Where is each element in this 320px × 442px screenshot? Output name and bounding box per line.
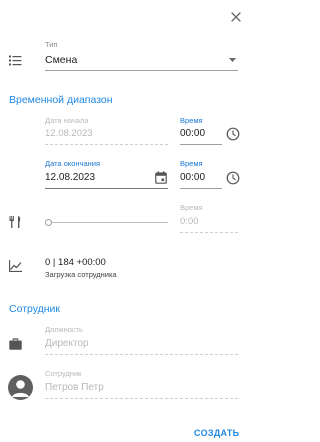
break-slider-track[interactable]	[52, 222, 168, 223]
end-time-label: Время	[180, 159, 203, 168]
start-date-input[interactable]: 12.08.2023	[45, 128, 93, 139]
close-button[interactable]	[229, 10, 243, 24]
type-label: Тип	[45, 40, 58, 49]
start-date-underline	[45, 144, 168, 145]
avatar	[8, 375, 33, 400]
break-time-underline	[180, 232, 238, 233]
position-label: Должность	[45, 325, 83, 334]
chart-line-icon	[9, 260, 22, 272]
calendar-icon[interactable]	[155, 171, 167, 184]
type-value: Смена	[45, 54, 78, 66]
position-input[interactable]: Директор	[45, 338, 89, 349]
break-time-label: Время	[180, 203, 203, 212]
end-date-underline	[45, 188, 168, 189]
workload-caption: Загрузка сотрудника	[45, 270, 117, 279]
employee-underline	[45, 398, 238, 399]
workload-value: 0 | 184 +00:00	[45, 257, 106, 268]
time-range-header: Временной диапазон	[9, 94, 113, 106]
start-time-underline	[180, 144, 222, 145]
end-time-clock-icon[interactable]	[226, 171, 240, 185]
end-date-label: Дата окончания	[45, 159, 101, 168]
start-time-input[interactable]: 00:00	[180, 128, 205, 139]
list-icon	[9, 55, 22, 66]
create-button[interactable]: СОЗДАТЬ	[194, 428, 239, 438]
person-icon	[12, 380, 29, 397]
type-underline	[45, 70, 238, 71]
briefcase-icon	[9, 338, 22, 350]
start-time-label: Время	[180, 116, 203, 125]
start-date-label: Дата начала	[45, 116, 89, 125]
employee-input[interactable]: Петров Петр	[45, 382, 104, 393]
break-slider-thumb[interactable]	[45, 219, 52, 226]
close-icon	[231, 12, 241, 22]
end-time-underline	[180, 188, 222, 189]
employee-label: Сотрудник	[45, 369, 82, 378]
employee-header: Сотрудник	[9, 303, 61, 315]
utensils-icon	[9, 216, 23, 228]
end-date-input[interactable]: 12.08.2023	[45, 172, 95, 183]
type-select[interactable]: Смена	[45, 52, 238, 70]
dropdown-arrow-icon	[229, 58, 236, 62]
start-time-clock-icon[interactable]	[226, 127, 240, 141]
break-time-input[interactable]: 0:00	[180, 216, 199, 227]
position-underline	[45, 354, 238, 355]
end-time-input[interactable]: 00:00	[180, 172, 205, 183]
